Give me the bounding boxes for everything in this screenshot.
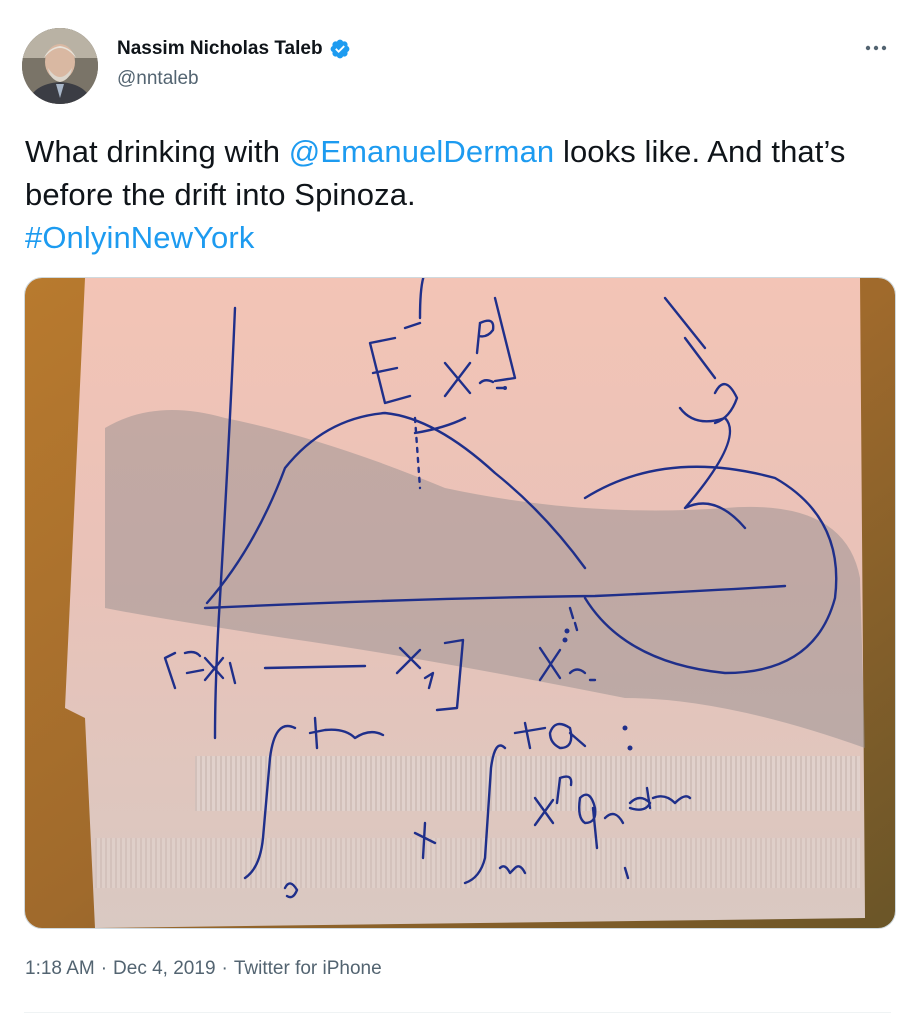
- avatar-photo: [22, 28, 98, 104]
- author-name-row: Nassim Nicholas Taleb: [117, 36, 351, 62]
- meta-separator: ·: [100, 958, 108, 979]
- napkin-sketch-image: [25, 278, 895, 928]
- meta-separator: ·: [221, 958, 228, 979]
- tweet-meta: 1:18 AM · Dec 4, 2019 · Twitter for iPho…: [25, 958, 382, 980]
- tweet-date[interactable]: Dec 4, 2019: [113, 958, 215, 980]
- divider: [24, 1012, 891, 1013]
- tweet-source[interactable]: Twitter for iPhone: [234, 958, 382, 980]
- author-block: Nassim Nicholas Taleb @nntaleb: [117, 36, 351, 90]
- mention-link[interactable]: @EmanuelDerman: [289, 134, 554, 169]
- more-options-button[interactable]: [861, 36, 891, 60]
- tweet-time[interactable]: 1:18 AM: [25, 958, 95, 980]
- hashtag-link[interactable]: #OnlyinNewYork: [25, 220, 254, 255]
- verified-badge-icon: [329, 38, 351, 60]
- author-handle[interactable]: @nntaleb: [117, 68, 351, 90]
- more-options-icon: [865, 45, 887, 51]
- tweet-text-part1: What drinking with: [25, 134, 289, 169]
- tweet-photo[interactable]: [24, 277, 896, 929]
- avatar[interactable]: [22, 28, 98, 104]
- author-name[interactable]: Nassim Nicholas Taleb: [117, 38, 323, 60]
- tweet-text: What drinking with @EmanuelDerman looks …: [25, 130, 885, 259]
